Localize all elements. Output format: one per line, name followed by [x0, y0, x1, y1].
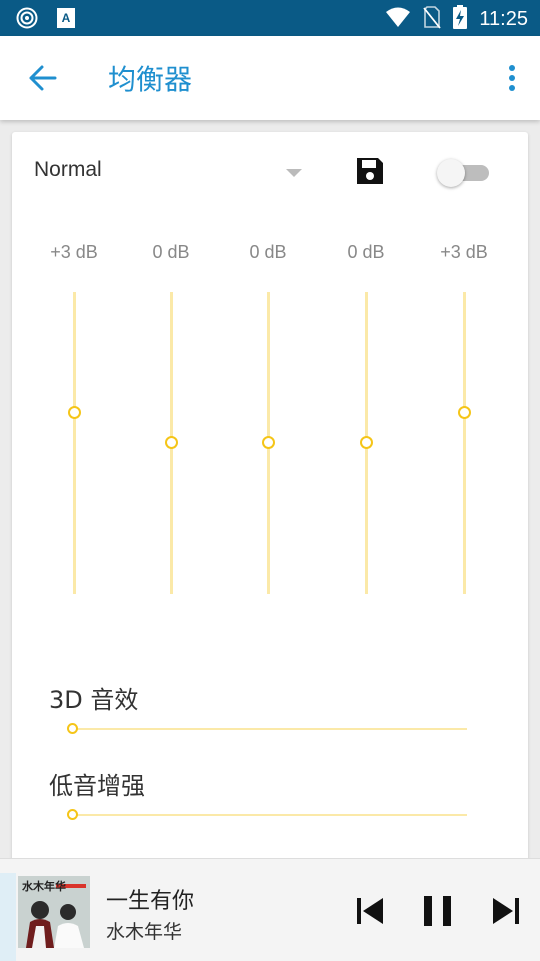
bass-boost-label: 低音增强: [49, 772, 145, 800]
eq-band-slider[interactable]: [458, 292, 471, 594]
status-clock: 11:25: [479, 7, 528, 30]
more-vert-icon: [509, 65, 515, 91]
toggle-thumb: [437, 159, 465, 187]
status-bar: A 11:25: [0, 0, 540, 36]
eq-band: 0 dB: [126, 242, 216, 602]
no-sim-icon: [423, 5, 442, 33]
save-preset-button[interactable]: [355, 156, 385, 186]
album-art[interactable]: 水木年华: [18, 876, 90, 948]
eq-band: +3 dB: [419, 242, 509, 602]
eq-band-label: +3 dB: [50, 242, 98, 262]
app-notification-icon: [16, 7, 38, 33]
battery-charging-icon: [453, 5, 468, 33]
skip-next-icon: [493, 898, 519, 924]
save-icon: [357, 158, 383, 184]
back-arrow-icon: [29, 65, 57, 91]
previous-button[interactable]: [352, 893, 388, 929]
pause-icon: [424, 896, 451, 926]
eq-band-label: 0 dB: [249, 242, 287, 262]
back-button[interactable]: [26, 64, 58, 92]
eq-band-label: +3 dB: [440, 242, 488, 262]
song-artist: 水木年华: [106, 921, 183, 943]
surround-3d-slider[interactable]: [67, 723, 467, 734]
eq-band-thumb[interactable]: [165, 436, 178, 449]
eq-band-thumb[interactable]: [262, 436, 275, 449]
eq-band: 0 dB: [321, 242, 411, 602]
dropdown-arrow-icon: [286, 169, 302, 177]
surround-3d-thumb[interactable]: [67, 723, 78, 734]
eq-band: 0 dB: [223, 242, 313, 602]
eq-band: +3 dB: [29, 242, 119, 602]
eq-band-slider[interactable]: [68, 292, 81, 594]
text-notification-icon: A: [56, 7, 76, 33]
page-title: 均衡器: [108, 63, 193, 96]
eq-band-thumb[interactable]: [458, 405, 471, 419]
eq-band-slider[interactable]: [360, 292, 373, 594]
skip-previous-icon: [357, 898, 383, 924]
equalizer-toggle[interactable]: [437, 159, 493, 187]
eq-band-label: 0 dB: [347, 242, 385, 262]
bass-boost-slider[interactable]: [67, 809, 467, 820]
pause-button[interactable]: [420, 893, 456, 929]
eq-band-thumb[interactable]: [68, 405, 81, 419]
eq-band-slider[interactable]: [262, 292, 275, 594]
next-button[interactable]: [488, 893, 524, 929]
preset-dropdown[interactable]: Normal: [34, 158, 304, 188]
more-options-button[interactable]: [506, 62, 518, 94]
surround-3d-label: 3D 音效: [49, 686, 139, 714]
eq-band-thumb[interactable]: [360, 436, 373, 449]
wifi-icon: [385, 6, 411, 32]
app-bar: 均衡器: [0, 36, 540, 120]
bass-boost-thumb[interactable]: [67, 809, 78, 820]
eq-band-label: 0 dB: [152, 242, 190, 262]
equalizer-card: Normal +3 dB 0 dB 0 dB 0 dB +3 dB 3D 音效低音增强: [12, 132, 528, 872]
player-accent: [0, 873, 16, 961]
svg-text:A: A: [62, 11, 71, 25]
eq-band-slider[interactable]: [165, 292, 178, 594]
preset-value: Normal: [34, 158, 102, 181]
song-title: 一生有你: [106, 889, 195, 914]
mini-player: 水木年华 一生有你 水木年华: [0, 858, 540, 961]
album-art-title: 水木年华: [22, 880, 66, 893]
